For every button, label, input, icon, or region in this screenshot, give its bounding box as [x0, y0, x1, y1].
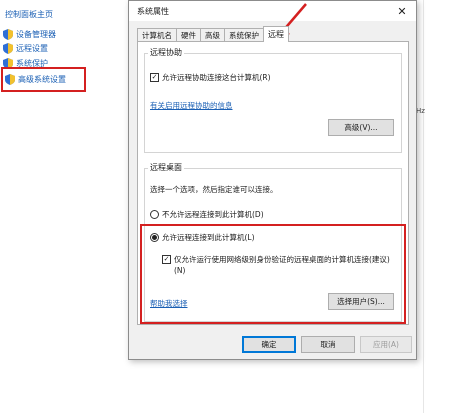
shield-icon: [3, 28, 13, 40]
control-panel-home-link[interactable]: 控制面板主页: [5, 9, 53, 20]
advanced-button[interactable]: 高级(V)...: [328, 119, 394, 136]
remote-assistance-title: 远程协助: [148, 47, 184, 58]
nav-item-label: 设备管理器: [16, 29, 56, 39]
checkbox-label: 允许远程协助连接这台计算机(R): [162, 73, 271, 82]
radio-label: 不允许远程连接到此计算机(D): [162, 210, 264, 219]
tab-remote[interactable]: 远程: [263, 26, 289, 42]
background-right-fragment: Hz: [416, 107, 425, 115]
allow-remote-assistance-checkbox[interactable]: ✓ 允许远程协助连接这台计算机(R): [150, 72, 271, 83]
highlight-box-remote-desktop: [140, 224, 406, 324]
remote-desktop-instruction: 选择一个选项，然后指定谁可以连接。: [150, 185, 278, 194]
nav-item-label: 远程设置: [16, 43, 48, 53]
cancel-button[interactable]: 取消: [301, 336, 355, 353]
close-icon[interactable]: ✕: [390, 2, 414, 20]
dialog-titlebar[interactable]: 系统属性 ✕: [129, 1, 416, 21]
checkbox-box[interactable]: ✓: [150, 73, 159, 82]
nav-item-device-manager[interactable]: 设备管理器: [3, 27, 56, 41]
ok-button[interactable]: 确定: [242, 336, 296, 353]
tab-advanced[interactable]: 高级: [200, 28, 225, 42]
tab-hardware[interactable]: 硬件: [176, 28, 201, 42]
highlight-box-advanced-settings: [1, 67, 86, 92]
nav-item-remote-settings[interactable]: 远程设置: [3, 41, 48, 55]
deny-remote-connections-radio[interactable]: 不允许远程连接到此计算机(D): [150, 209, 264, 220]
system-properties-dialog: 系统属性 ✕ 计算机名 硬件 高级 系统保护 远程 远程协助 ✓ 允许远程协助连…: [128, 0, 417, 360]
tab-content-remote: 远程协助 ✓ 允许远程协助连接这台计算机(R) 有关启用远程协助的信息 高级(V…: [137, 41, 409, 325]
apply-button[interactable]: 应用(A): [360, 336, 412, 353]
shield-icon: [3, 42, 13, 54]
radio-circle[interactable]: [150, 210, 159, 219]
tab-system-protection[interactable]: 系统保护: [224, 28, 264, 42]
remote-desktop-title: 远程桌面: [148, 162, 184, 173]
dialog-title: 系统属性: [137, 7, 169, 16]
background-divider: [423, 0, 424, 413]
tab-strip: 计算机名 硬件 高级 系统保护 远程: [137, 26, 289, 42]
remote-assistance-info-link[interactable]: 有关启用远程协助的信息: [150, 100, 233, 111]
tab-computer-name[interactable]: 计算机名: [137, 28, 177, 42]
